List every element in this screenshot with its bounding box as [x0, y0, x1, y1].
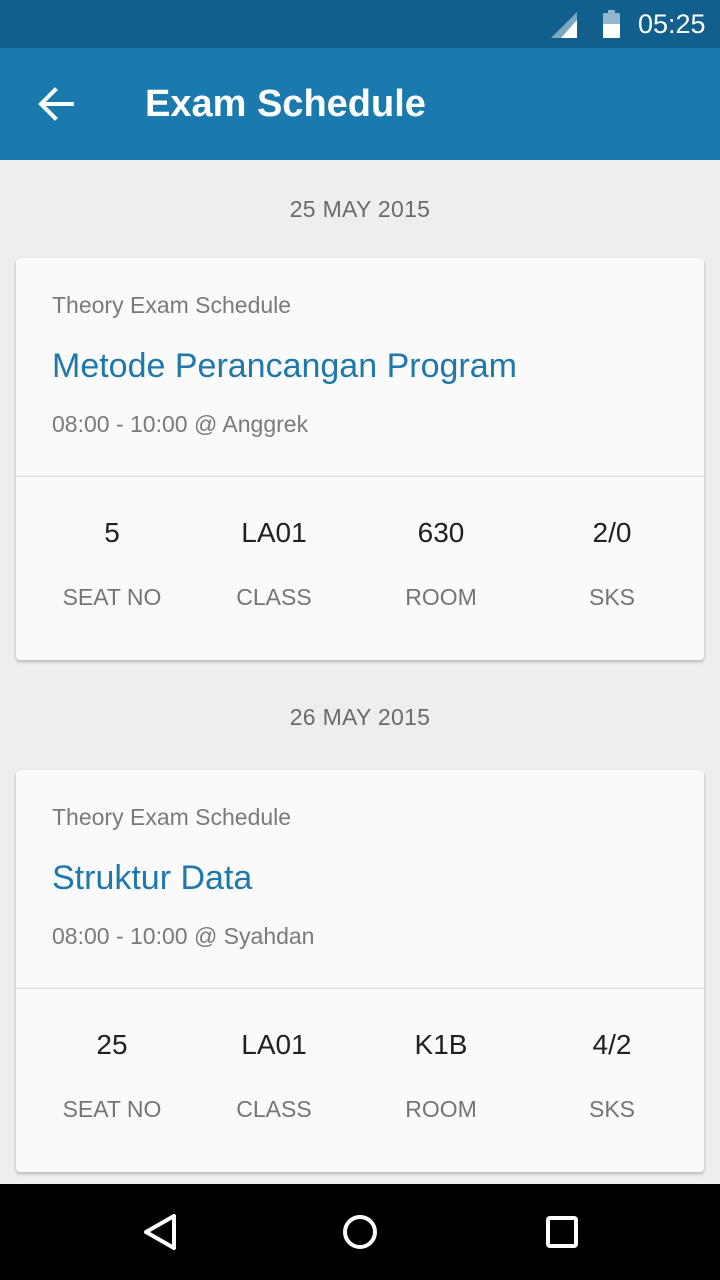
- exam-time-place: 08:00 - 10:00 @ Syahdan: [52, 923, 315, 949]
- stat-value: 2/0: [592, 517, 632, 548]
- card-divider: [16, 476, 704, 477]
- stat-label: ROOM: [405, 1096, 477, 1122]
- stat-room: K1B ROOM: [341, 1028, 541, 1124]
- exam-type: Theory Exam Schedule: [52, 804, 292, 830]
- stat-room: 630 ROOM: [341, 516, 541, 612]
- status-bar: 05:25: [0, 0, 720, 48]
- recents-square-icon[interactable]: [538, 1208, 586, 1256]
- home-circle-icon[interactable]: [336, 1208, 384, 1256]
- exam-card[interactable]: Theory Exam Schedule Struktur Data 08:00…: [16, 770, 704, 1172]
- app-bar: Exam Schedule: [0, 48, 720, 160]
- back-triangle-icon[interactable]: [136, 1208, 184, 1256]
- stat-value: K1B: [414, 1029, 468, 1060]
- date-header: 26 MAY 2015: [289, 704, 431, 730]
- arrow-back-icon[interactable]: [30, 78, 82, 130]
- screen: 05:25 Exam Schedule 25 MAY 2015 Theory E…: [0, 0, 720, 1280]
- exam-type: Theory Exam Schedule: [52, 292, 292, 318]
- navigation-bar: [0, 1184, 720, 1280]
- stat-value: 4/2: [592, 1029, 632, 1060]
- card-divider: [16, 988, 704, 989]
- course-name: Struktur Data: [52, 859, 253, 897]
- battery-icon: [603, 10, 620, 38]
- stat-label: SKS: [588, 1096, 636, 1122]
- stat-value: 630: [417, 517, 465, 548]
- exam-card[interactable]: Theory Exam Schedule Metode Perancangan …: [16, 258, 704, 660]
- status-clock: 05:25: [638, 9, 706, 39]
- exam-time-place: 08:00 - 10:00 @ Anggrek: [52, 411, 309, 437]
- stat-label: SKS: [588, 584, 636, 610]
- page-title: Exam Schedule: [145, 83, 426, 125]
- stat-sks: 4/2 SKS: [512, 1028, 704, 1124]
- course-name: Metode Perancangan Program: [52, 347, 517, 385]
- signal-icon: [551, 12, 577, 38]
- stat-label: ROOM: [405, 584, 477, 610]
- date-header: 25 MAY 2015: [289, 196, 431, 222]
- stat-sks: 2/0 SKS: [512, 516, 704, 612]
